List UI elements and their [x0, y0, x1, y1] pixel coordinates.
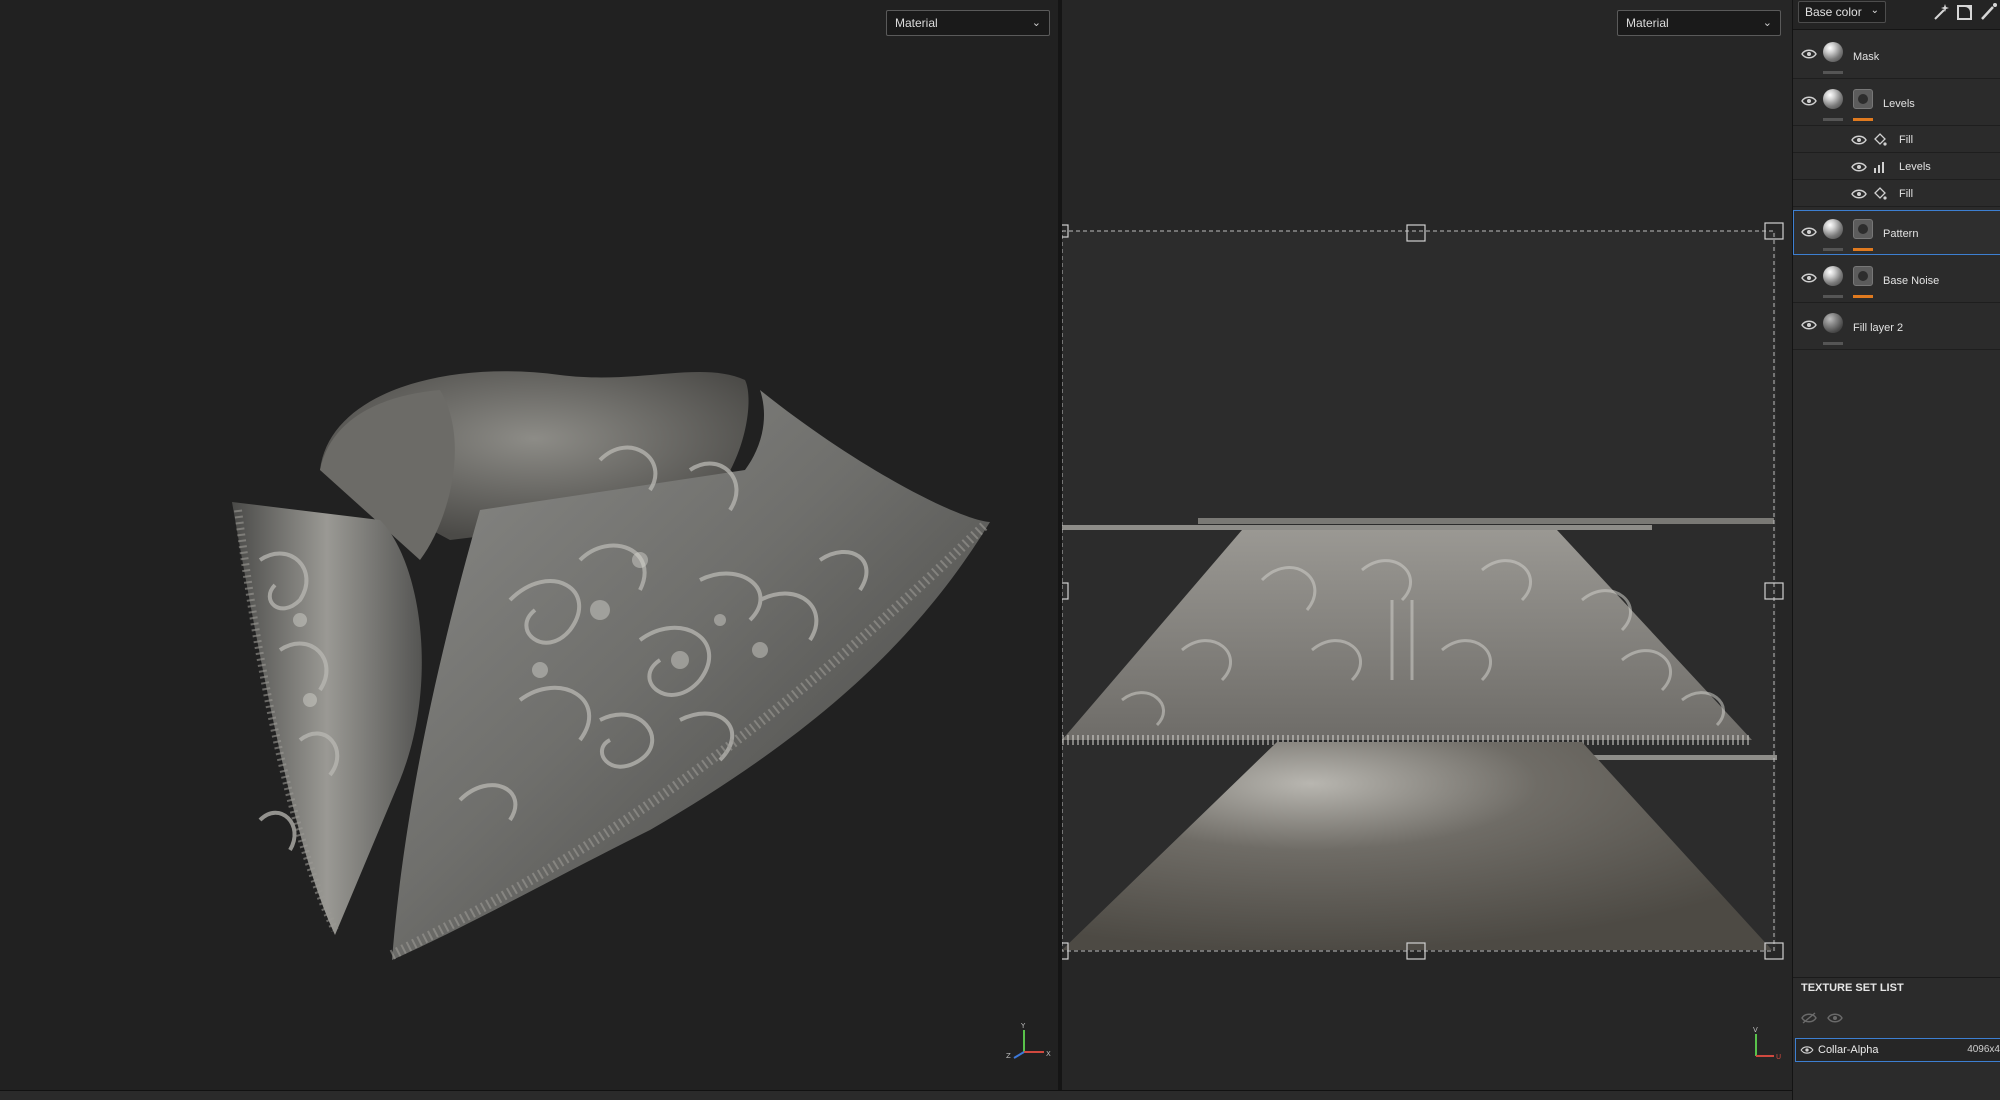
- visibility-eye-icon[interactable]: [1851, 134, 1867, 146]
- uv-strip: [1062, 525, 1652, 530]
- layer-row-levels[interactable]: Levels: [1793, 80, 2000, 126]
- effect-name: Fill: [1899, 188, 1914, 200]
- gizmo-2d-u-label: U: [1776, 1053, 1781, 1061]
- axis-gizmo-2d: V U: [1753, 1026, 1781, 1061]
- thumb-bar: [1823, 71, 1843, 74]
- axis-gizmo-3d: Y X Z: [1006, 1022, 1051, 1060]
- hide-all-icon[interactable]: [1801, 1012, 1817, 1024]
- layer-name: Base Noise: [1883, 275, 1940, 287]
- fill-icon: [1874, 133, 1887, 146]
- layer-name: Pattern: [1883, 228, 1919, 240]
- visibility-eye-icon[interactable]: [1801, 48, 1817, 60]
- mask-active-bar: [1853, 248, 1873, 251]
- texture-set-resolution[interactable]: 4096x4: [1967, 1044, 2000, 1055]
- gizmo-2d-v-label: V: [1753, 1026, 1758, 1034]
- channel-select[interactable]: Base color ⌄: [1798, 1, 1886, 23]
- layer-row-mask[interactable]: Mask: [1793, 33, 2000, 79]
- levels-icon: [1874, 162, 1884, 173]
- gizmo-3d-z-label: Z: [1006, 1052, 1011, 1060]
- viewport-2d[interactable]: Material ⌄ V U: [1062, 0, 1792, 1090]
- effect-name: Levels: [1899, 161, 1931, 173]
- channel-label: Base color: [1805, 5, 1862, 19]
- thumb-bar: [1823, 248, 1843, 251]
- chevron-down-icon: ⌄: [1870, 5, 1879, 16]
- collar-3d-model[interactable]: [0, 0, 1058, 1090]
- viewport-3d[interactable]: Material ⌄ Y X Z: [0, 0, 1058, 1090]
- gizmo-3d-x-label: X: [1046, 1050, 1051, 1058]
- mask-thumbnail[interactable]: [1853, 266, 1873, 286]
- visibility-eye-icon[interactable]: [1851, 161, 1867, 173]
- thumb-bar: [1823, 295, 1843, 298]
- uv-strip: [1198, 518, 1774, 524]
- material-thumbnail: [1823, 219, 1843, 239]
- visibility-eye-icon[interactable]: [1801, 319, 1817, 331]
- effect-name: Fill: [1899, 134, 1914, 146]
- uv-strip: [1577, 755, 1777, 760]
- layer-name: Fill layer 2: [1853, 322, 1904, 334]
- effect-row-fill[interactable]: Fill: [1793, 127, 2000, 153]
- uv-texture-view[interactable]: [1062, 0, 1792, 1090]
- layer-row-base-noise[interactable]: Base Noise: [1793, 257, 2000, 303]
- layer-row-fill-layer-2[interactable]: Fill layer 2: [1793, 304, 2000, 350]
- fill-icon: [1874, 187, 1887, 200]
- layer-row-pattern[interactable]: Pattern: [1793, 210, 2000, 255]
- texture-set-item[interactable]: Collar-Alpha 4096x4: [1795, 1038, 2000, 1062]
- viewport-3d-mode-label: Material: [895, 16, 938, 30]
- paint-brush-icon[interactable]: [1979, 2, 1999, 22]
- visibility-eye-icon[interactable]: [1801, 95, 1817, 107]
- gizmo-3d-y-label: Y: [1020, 1022, 1026, 1030]
- visibility-eye-icon[interactable]: [1851, 188, 1867, 200]
- mask-thumbnail[interactable]: [1853, 219, 1873, 239]
- mask-thumbnail[interactable]: [1853, 89, 1873, 109]
- material-thumbnail: [1823, 42, 1843, 62]
- visibility-eye-icon[interactable]: [1801, 226, 1817, 238]
- viewport-2d-mode-label: Material: [1626, 16, 1669, 30]
- mask-active-bar: [1853, 295, 1873, 298]
- magic-wand-icon[interactable]: [1931, 2, 1951, 22]
- show-all-icon[interactable]: [1827, 1012, 1843, 1024]
- texture-set-tools: [1793, 1007, 2000, 1031]
- material-thumbnail: [1823, 89, 1843, 109]
- layer-panel: Base color ⌄ Mask Levels Fill Levels Fil…: [1792, 0, 2000, 1100]
- layer-name: Mask: [1853, 51, 1880, 63]
- mask-active-bar: [1853, 118, 1873, 121]
- add-mask-icon[interactable]: [1955, 2, 1975, 22]
- visibility-eye-icon[interactable]: [1801, 272, 1817, 284]
- viewport-2d-mode-select[interactable]: Material ⌄: [1617, 10, 1781, 36]
- chevron-down-icon: ⌄: [1031, 17, 1041, 29]
- texture-set-name: Collar-Alpha: [1818, 1044, 1879, 1056]
- viewport-3d-mode-select[interactable]: Material ⌄: [886, 10, 1050, 36]
- material-thumbnail: [1823, 313, 1843, 333]
- visibility-eye-icon[interactable]: [1800, 1045, 1814, 1055]
- chevron-down-icon: ⌄: [1762, 17, 1772, 29]
- thumb-bar: [1823, 118, 1843, 121]
- thumb-bar: [1823, 342, 1843, 345]
- layer-toolbar: Base color ⌄: [1793, 0, 2000, 30]
- status-bar: [0, 1090, 1792, 1100]
- effect-row-fill[interactable]: Fill: [1793, 181, 2000, 207]
- app-window: Material ⌄ Y X Z Material ⌄ V U Base col…: [0, 0, 2000, 1100]
- texture-set-list-title: TEXTURE SET LIST: [1793, 977, 2000, 1001]
- material-thumbnail: [1823, 266, 1843, 286]
- effect-row-levels[interactable]: Levels: [1793, 154, 2000, 180]
- layer-name: Levels: [1883, 98, 1915, 110]
